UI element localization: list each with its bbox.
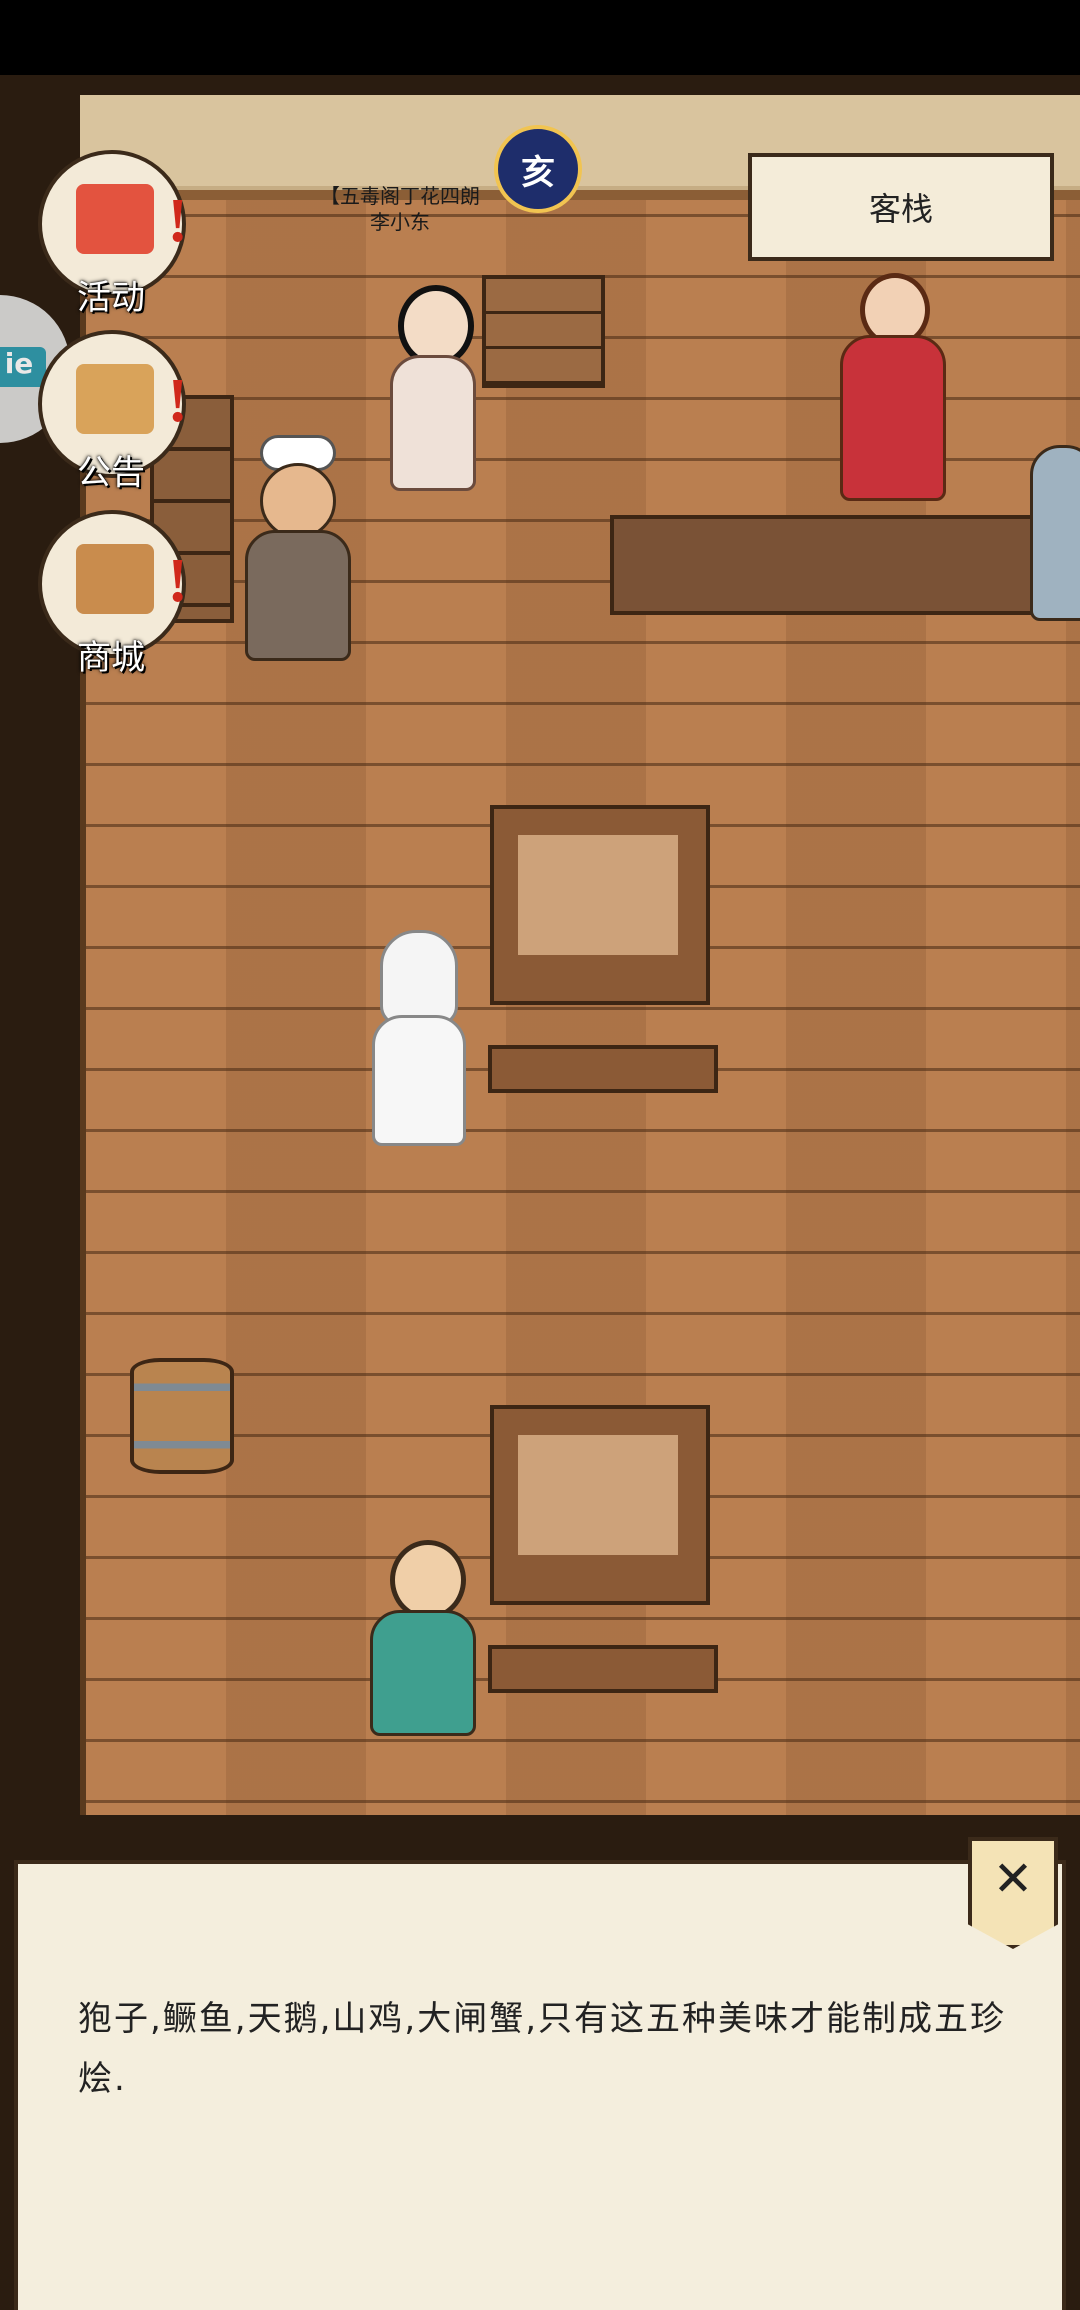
dialog-text: 狍子,鳜鱼,天鹅,山鸡,大闸蟹,只有这五种美味才能制成五珍烩. <box>78 1999 1007 2099</box>
bench-2 <box>488 1645 718 1693</box>
player-name: 李小东 <box>370 210 430 234</box>
alert-icon: ! <box>167 187 188 255</box>
notice-board-icon <box>76 364 154 434</box>
location-sign: 客栈 <box>748 153 1054 261</box>
dresser-cabinet <box>482 275 605 388</box>
npc-hooded-player[interactable] <box>360 930 470 1150</box>
table-2 <box>490 1405 710 1605</box>
player-guild-title: 【五毒阁丁花四朗 <box>320 184 480 208</box>
player-name-label: 【五毒阁丁花四朗 李小东 <box>290 183 510 235</box>
shop-label: 商城 <box>77 638 145 678</box>
npc-innkeeper[interactable] <box>825 265 955 505</box>
npc-merchant-boy[interactable] <box>355 1540 485 1740</box>
dialog-box[interactable]: 狍子,鳜鱼,天鹅,山鸡,大闸蟹,只有这五种美味才能制成五珍烩. <box>14 1860 1066 2310</box>
inn-counter <box>610 515 1080 615</box>
wooden-barrel <box>130 1358 234 1474</box>
shop-building-icon <box>76 544 154 614</box>
table-1 <box>490 805 710 1005</box>
npc-swordswoman[interactable] <box>380 275 480 495</box>
npc-armored-guard[interactable] <box>1030 425 1080 625</box>
event-label: 活动 <box>77 278 145 318</box>
alert-icon: ! <box>167 547 188 615</box>
game-scene: 客栈 亥 【五毒阁丁花四朗 李小东 ie ! 活动 ! 公告 ! 商城 狍子,鳜… <box>0 75 1080 2310</box>
npc-chef[interactable] <box>230 435 360 665</box>
side-tab-text: ie <box>0 347 46 387</box>
notice-label: 公告 <box>77 453 145 493</box>
bench-1 <box>488 1045 718 1093</box>
event-flag-icon <box>76 184 154 254</box>
alert-icon: ! <box>167 367 188 435</box>
